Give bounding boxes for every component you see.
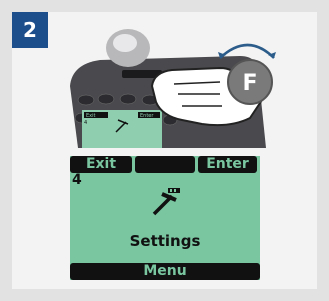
menu-softkey[interactable]: Menu bbox=[70, 263, 260, 280]
f-button-label: F bbox=[242, 71, 257, 96]
lcd-screen: Exit Enter 4 Settings Menu bbox=[70, 156, 260, 280]
hammer-wrench-icon bbox=[152, 188, 180, 216]
lcd-item-number: 4 bbox=[72, 172, 82, 188]
device-illustration: Exit Enter 4 F bbox=[70, 29, 276, 148]
mini-lcd-number: 4 bbox=[84, 120, 87, 126]
mini-lcd-exit: Exit bbox=[86, 113, 96, 119]
enter-softkey[interactable]: Enter bbox=[198, 156, 257, 173]
mini-lcd-enter: Enter bbox=[140, 113, 154, 119]
lcd-item-label: Settings bbox=[129, 232, 201, 250]
exit-softkey[interactable]: Exit bbox=[70, 156, 132, 173]
lcd-softkey-bar: Exit Enter bbox=[70, 156, 260, 173]
curved-arrow-icon bbox=[219, 43, 275, 59]
step-number-badge: 2 bbox=[12, 12, 48, 48]
middle-softkey[interactable] bbox=[135, 156, 195, 173]
